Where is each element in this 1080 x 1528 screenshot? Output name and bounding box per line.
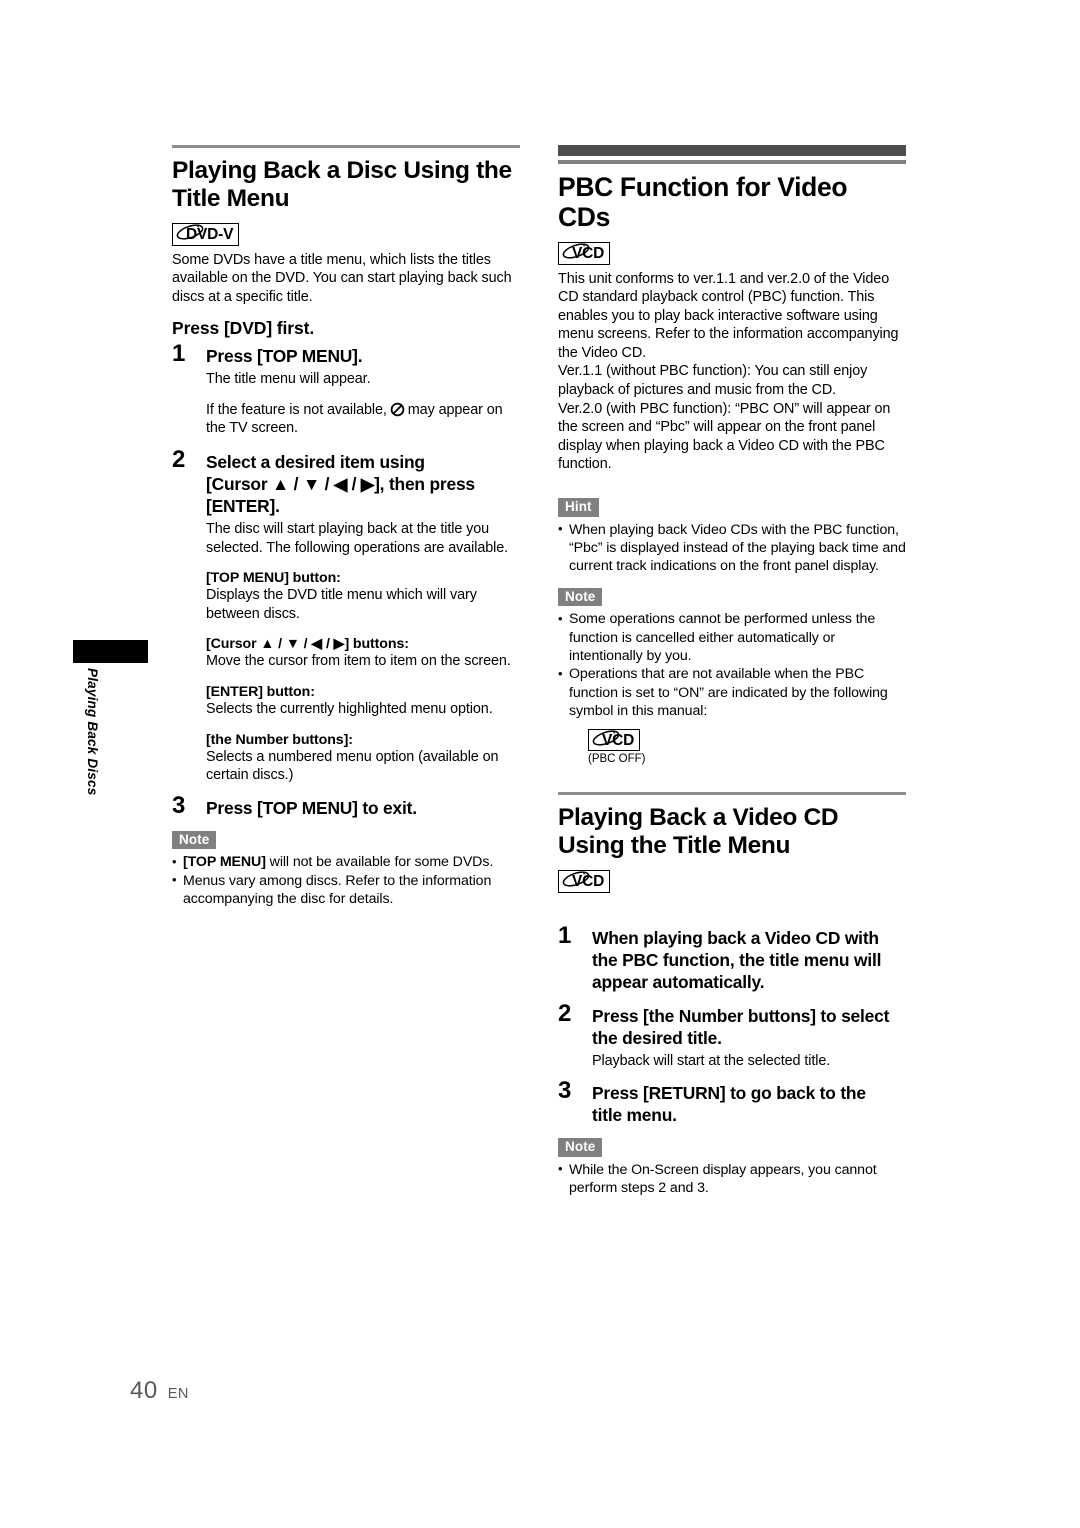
vcd-step-3-line-2: title menu. xyxy=(592,1105,677,1126)
note-item: Menus vary among discs. Refer to the inf… xyxy=(172,871,520,909)
lead-instruction: Press [DVD] first. xyxy=(172,318,315,339)
sub-item-2-text: Selects the currently highlighted menu o… xyxy=(206,701,493,718)
step-3-number: 3 xyxy=(172,791,186,819)
vcd-step-2-number: 2 xyxy=(558,999,572,1027)
step-2-heading-line-2: [Cursor ▲ / ▼ / ◀ / ▶], then press xyxy=(206,474,475,495)
note-item-bold: [TOP MENU] xyxy=(183,854,266,871)
step-3-heading: Press [TOP MENU] to exit. xyxy=(206,797,417,818)
left-column: Playing Back a Disc Using the Title Menu… xyxy=(172,145,520,909)
vcd-step-1-line-3: appear automatically. xyxy=(592,971,765,992)
dvd-v-badge: DVD-V xyxy=(172,223,520,246)
manual-page: Playing Back Discs Playing Back a Disc U… xyxy=(0,0,1080,1528)
step-2-heading: Select a desired item using [Cursor ▲ / … xyxy=(206,451,520,517)
step-1-body: The title menu will appear. xyxy=(206,371,371,388)
page-title: Playing Back a Disc Using the Title Menu xyxy=(172,157,512,212)
step-2-number: 2 xyxy=(172,446,186,474)
sub-item-3-title: [the Number buttons]: xyxy=(206,731,353,748)
pbc-paragraph-2: Ver.1.1 (without PBC function): You can … xyxy=(558,363,868,399)
vcd-step-3-number: 3 xyxy=(558,1077,572,1105)
disc-swoosh-icon xyxy=(592,730,620,746)
note-badge: Note xyxy=(558,587,603,607)
vcd-step-3-heading: Press [RETURN] to go back to the title m… xyxy=(592,1082,906,1126)
vcd-step-3: 3 Press [RETURN] to go back to the title… xyxy=(558,1077,906,1126)
chapter-tab-label: Playing Back Discs xyxy=(85,668,100,796)
hint-badge: Hint xyxy=(558,498,599,517)
disc-swoosh-icon xyxy=(176,224,204,240)
vcd-step-2-body: Playback will start at the selected titl… xyxy=(592,1052,831,1069)
vcd-step-1-line-2: the PBC function, the title menu will xyxy=(592,949,882,970)
step-3: 3 Press [TOP MENU] to exit. xyxy=(172,791,520,819)
step-2-heading-line-1: Select a desired item using xyxy=(206,452,425,473)
sub-item-0-title: [TOP MENU] button: xyxy=(206,570,341,587)
note-badge: Note xyxy=(558,1138,603,1157)
pbc-off-caption: (PBC OFF) xyxy=(588,753,646,766)
chapter-tab-marker xyxy=(73,640,148,663)
note-item: While the On-Screen display appears, you… xyxy=(558,1160,906,1198)
vcd-step-1-number: 1 xyxy=(558,921,572,949)
note-item-text: will not be available for some DVDs. xyxy=(265,854,494,871)
vcd-step-3-line-1: Press [RETURN] to go back to the xyxy=(592,1083,866,1104)
step-2-heading-line-3: [ENTER]. xyxy=(206,496,280,517)
chapter-rule-thin xyxy=(558,160,906,164)
pbc-paragraph-3: Ver.2.0 (with PBC function): “PBC ON” wi… xyxy=(558,400,891,473)
page-footer: 40 EN xyxy=(130,1377,189,1405)
page-number: 40 xyxy=(130,1377,158,1404)
page-language: EN xyxy=(167,1386,189,1402)
vcd-step-2: 2 Press [the Number buttons] to select t… xyxy=(558,999,906,1071)
disc-swoosh-icon xyxy=(562,243,590,259)
step-1-note: If the feature is not available, may appe… xyxy=(206,401,520,438)
sub-item-2-title: [ENTER] button: xyxy=(206,684,315,701)
note-item: Operations that are not available when t… xyxy=(558,665,906,720)
hint-item: When playing back Video CDs with the PBC… xyxy=(558,520,906,576)
note-item: [TOP MENU] will not be available for som… xyxy=(172,853,520,872)
note-list: [TOP MENU] will not be available for som… xyxy=(172,853,520,908)
step-1: 1 Press [TOP MENU]. The title menu will … xyxy=(172,340,520,438)
disc-swoosh-icon xyxy=(562,871,590,887)
step-1-heading: Press [TOP MENU]. xyxy=(206,346,363,367)
chapter-rule-thick xyxy=(558,145,906,156)
step-2: 2 Select a desired item using [Cursor ▲ … xyxy=(172,446,520,785)
intro-paragraph: Some DVDs have a title menu, which lists… xyxy=(172,251,512,305)
prohibition-icon xyxy=(390,402,405,417)
sub-item-1-text: Move the cursor from item to item on the… xyxy=(206,653,511,670)
section2-title: Playing Back a Video CD Using the Title … xyxy=(558,804,839,860)
step-2-body: The disc will start playing back at the … xyxy=(206,521,509,556)
pbc-off-badge: VCD (PBC OFF) xyxy=(588,728,906,767)
pbc-paragraph-1: This unit conforms to ver.1.1 and ver.2.… xyxy=(558,270,899,361)
note-badge: Note xyxy=(172,830,217,850)
pbc-section-title: PBC Function for Video CDs xyxy=(558,172,848,232)
section2-rule xyxy=(558,792,906,796)
vcd-badge-2: VCD xyxy=(558,870,906,893)
step-1-note-before: If the feature is not available, xyxy=(206,401,387,418)
vcd-badge: VCD xyxy=(558,242,906,265)
vcd-step-2-line-2: the desired title. xyxy=(592,1027,722,1048)
vcd-step-1-heading: When playing back a Video CD with the PB… xyxy=(592,927,906,993)
sub-item-0-text: Displays the DVD title menu which will v… xyxy=(206,587,477,622)
right-column: PBC Function for Video CDs VCD This unit… xyxy=(558,145,906,1198)
sub-item-3-text: Selects a numbered menu option (availabl… xyxy=(206,748,499,784)
step-1-number: 1 xyxy=(172,340,186,368)
vcd-step-2-heading: Press [the Number buttons] to select the… xyxy=(592,1005,906,1049)
vcd-step-1-line-1: When playing back a Video CD with xyxy=(592,927,879,948)
vcd-step-1: 1 When playing back a Video CD with the … xyxy=(558,921,906,993)
note-item: Some operations cannot be performed unle… xyxy=(558,610,906,665)
vcd-step-2-line-1: Press [the Number buttons] to select xyxy=(592,1005,890,1026)
note-list: While the On-Screen display appears, you… xyxy=(558,1160,906,1198)
note-item-text: Menus vary among discs. Refer to the inf… xyxy=(183,872,492,908)
note-list: Some operations cannot be performed unle… xyxy=(558,610,906,720)
hint-list: When playing back Video CDs with the PBC… xyxy=(558,520,906,576)
section-rule xyxy=(172,145,520,148)
sub-item-1-title: [Cursor ▲ / ▼ / ◀ / ▶] buttons: xyxy=(206,636,409,653)
